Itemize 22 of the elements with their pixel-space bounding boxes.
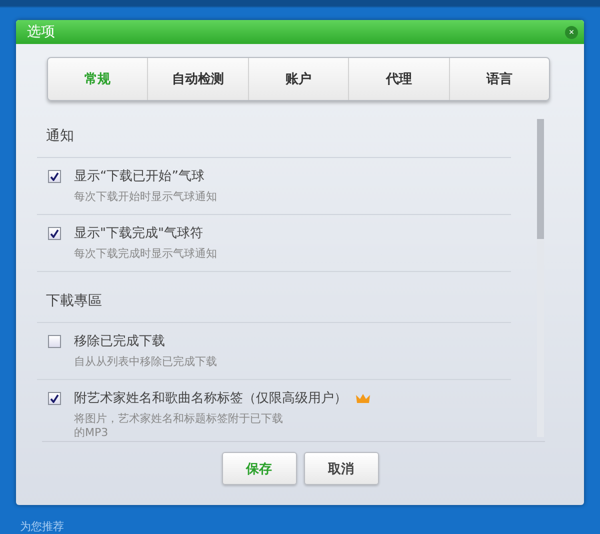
checkbox[interactable] — [48, 392, 61, 405]
tab[interactable]: 自动检测 — [148, 58, 249, 100]
scrollbar[interactable] — [537, 119, 544, 437]
window-title: 选项 — [27, 23, 55, 41]
cancel-button[interactable]: 取消 — [304, 452, 378, 485]
option-description: 自从从列表中移除已完成下载 — [74, 355, 218, 369]
option-description: 每次下载完成时显示气球通知 — [74, 247, 218, 261]
tab[interactable]: 代理 — [349, 58, 450, 100]
section-title: 通知 — [37, 117, 511, 158]
option-label: 显示"下载完成"气球符 — [74, 225, 203, 242]
option-label: 移除已完成下载 — [74, 333, 165, 350]
checkbox[interactable] — [48, 227, 61, 240]
checkbox[interactable] — [48, 170, 61, 183]
tab[interactable]: 语言 — [450, 58, 549, 100]
option-label: 显示“下载已开始”气球 — [74, 168, 204, 185]
option-description: 每次下载开始时显示气球通知 — [74, 190, 218, 204]
option-label: 附艺术家姓名和歌曲名称标签（仅限高级用户） — [74, 390, 347, 407]
close-button[interactable]: × — [565, 26, 578, 38]
recommend-label: 为您推荐 — [20, 519, 64, 534]
checkbox[interactable] — [48, 335, 61, 348]
tab[interactable]: 账户 — [248, 58, 350, 100]
section-title: 下載專區 — [37, 272, 511, 323]
